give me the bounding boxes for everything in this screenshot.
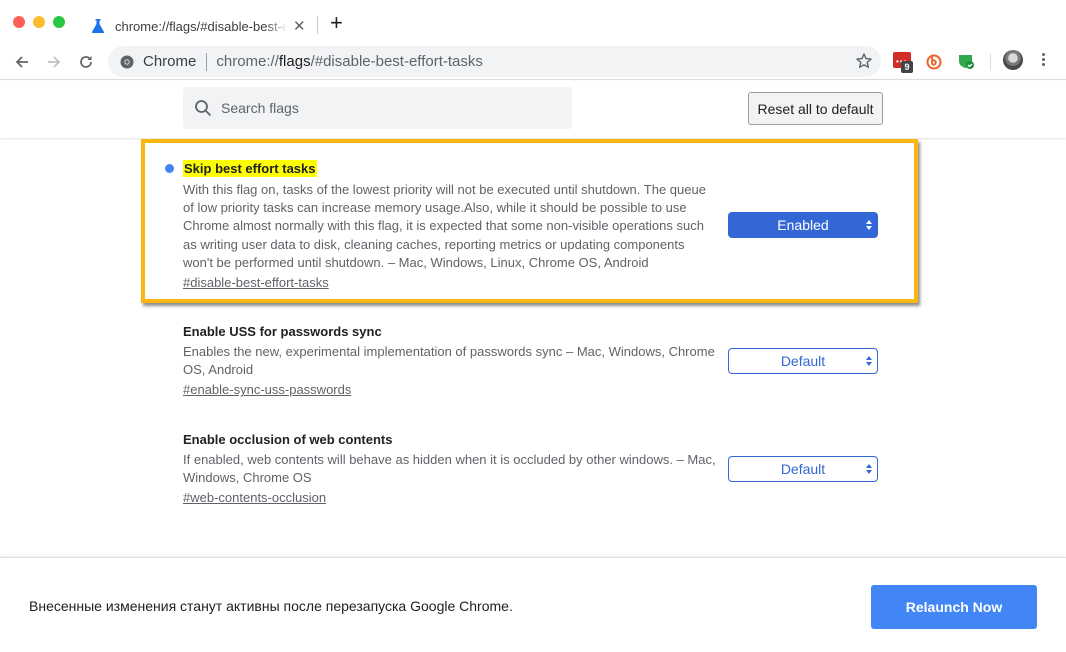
flag-permalink[interactable]: #web-contents-occlusion [183,489,326,507]
lastpass-extension-icon[interactable]: ••• 9 [893,52,913,73]
profile-avatar[interactable] [1003,50,1023,70]
search-box[interactable] [183,87,572,129]
maximize-window-button[interactable] [53,16,65,28]
browser-toolbar: Chrome chrome://flags/#disable-best-effo… [0,44,1066,80]
bitly-extension-icon[interactable] [925,52,945,72]
flag-title: Skip best effort tasks [183,160,317,177]
flag-state-select[interactable]: Default [728,348,878,374]
flag-state-select[interactable]: Enabled [728,212,878,238]
back-arrow-icon [15,56,28,68]
select-arrows-icon [866,220,872,230]
forward-arrow-icon [48,56,61,68]
url-text[interactable]: chrome://flags/#disable-best-effort-task… [216,53,483,70]
reset-all-button[interactable]: Reset all to default [748,92,883,125]
relaunch-bar: Внесенные изменения станут активны после… [0,557,1066,652]
flag-permalink[interactable]: #disable-best-effort-tasks [183,274,329,292]
flag-description: With this flag on, tasks of the lowest p… [183,182,706,270]
flag-item-enable-occlusion-web-contents: Enable occlusion of web contents If enab… [183,431,883,507]
flag-state-value: Default [780,353,826,369]
new-tab-button[interactable]: + [330,12,343,34]
omnibox-divider [206,52,208,71]
minimize-window-button[interactable] [33,16,45,28]
tab-strip: chrome://flags/#disable-best-effort-task… [0,0,1066,44]
flag-description: If enabled, web contents will behave as … [183,452,716,486]
toolbar-separator [990,53,991,71]
flag-permalink[interactable]: #enable-sync-uss-passwords [183,381,351,399]
relaunch-now-button[interactable]: Relaunch Now [871,585,1037,629]
search-icon [195,100,212,117]
shield-extension-icon[interactable] [957,52,977,72]
close-window-button[interactable] [13,16,25,28]
extension-badge: 9 [901,61,913,73]
flask-icon [90,18,106,34]
select-arrows-icon [866,464,872,474]
url-prefix: chrome:// [216,53,279,70]
flag-item-skip-best-effort-tasks: Skip best effort tasks With this flag on… [165,160,883,292]
relaunch-message: Внесенные изменения станут активны после… [29,598,513,614]
flag-title: Enable occlusion of web contents [183,432,393,447]
tab-close-icon[interactable]: ✕ [293,19,306,34]
tab-title: chrome://flags/#disable-best-effort-task… [115,18,287,34]
forward-button[interactable] [42,50,66,74]
flags-header: Reset all to default [0,81,1066,138]
flag-description: Enables the new, experimental implementa… [183,344,715,378]
url-path: /#disable-best-effort-tasks [310,53,483,70]
bookmark-star-icon[interactable] [855,52,873,70]
reload-icon [80,56,92,68]
site-label: Chrome [143,53,197,70]
flag-state-value: Default [780,461,826,477]
url-host: flags [278,53,311,70]
chrome-menu-icon[interactable] [1037,51,1049,71]
flag-title: Enable USS for passwords sync [183,324,382,339]
tab-flags[interactable]: chrome://flags/#disable-best-effort-task… [80,8,315,44]
flag-state-value: Enabled [777,217,829,233]
back-button[interactable] [10,50,34,74]
flag-state-select[interactable]: Default [728,456,878,482]
address-bar[interactable]: Chrome chrome://flags/#disable-best-effo… [108,46,881,77]
search-flags-input[interactable] [221,100,541,116]
flag-item-enable-uss-passwords-sync: Enable USS for passwords sync Enables th… [183,323,883,399]
tab-separator [317,16,318,34]
reload-button[interactable] [74,50,98,74]
modified-indicator [165,164,174,173]
select-arrows-icon [866,356,872,366]
chrome-logo-icon [120,55,134,68]
